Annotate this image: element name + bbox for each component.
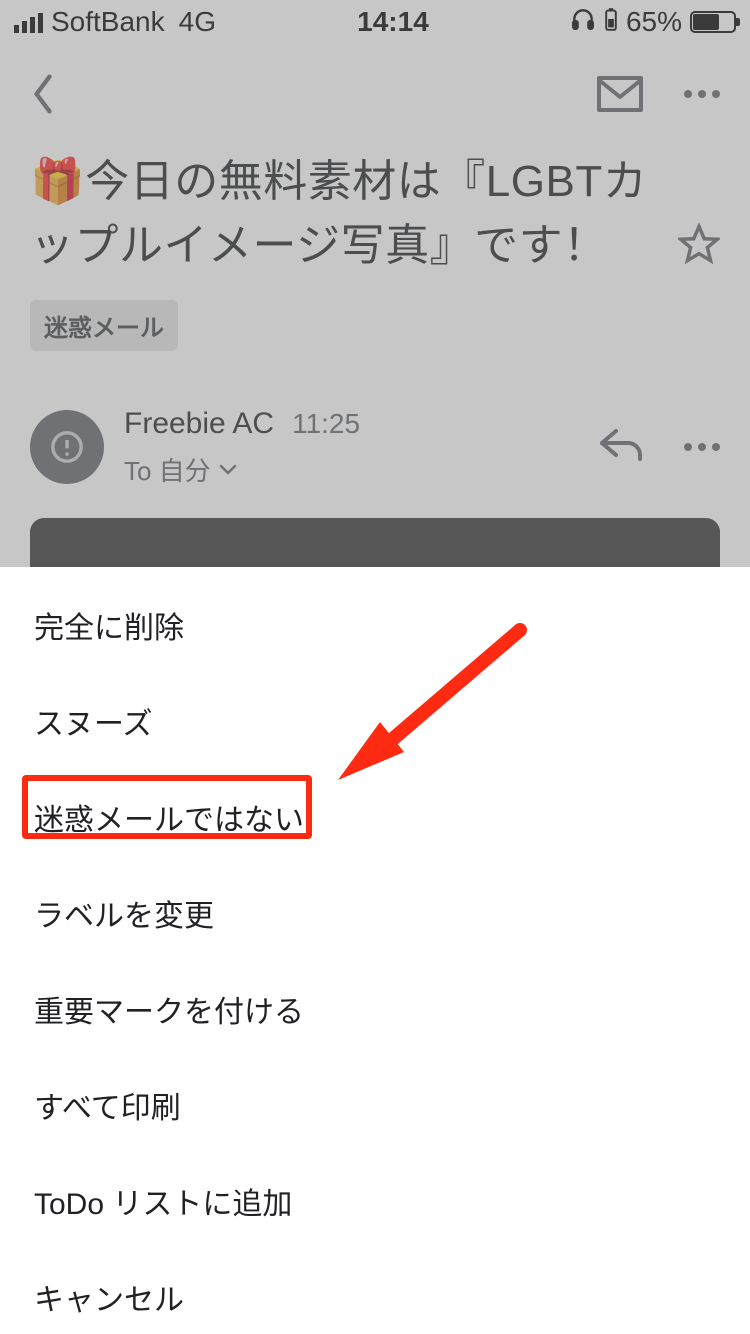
low-power-icon [604, 6, 618, 38]
menu-snooze[interactable]: スヌーズ [0, 673, 750, 769]
clock: 14:14 [357, 6, 429, 38]
reply-button[interactable] [598, 427, 644, 468]
back-button[interactable] [30, 72, 56, 116]
chevron-down-icon [219, 459, 237, 480]
network-label: 4G [179, 6, 216, 38]
status-bar: SoftBank 4G 14:14 65% [0, 0, 750, 44]
action-sheet: 完全に削除 スヌーズ 迷惑メールではない ラベルを変更 重要マークを付ける すべ… [0, 567, 750, 1334]
sender-avatar[interactable] [30, 410, 104, 484]
menu-delete-forever[interactable]: 完全に削除 [0, 577, 750, 673]
menu-cancel[interactable]: キャンセル [0, 1249, 750, 1334]
menu-not-spam[interactable]: 迷惑メールではない [0, 769, 750, 865]
menu-print-all[interactable]: すべて印刷 [0, 1057, 750, 1153]
signal-icon [14, 11, 43, 33]
battery-pct: 65% [626, 6, 682, 38]
headphones-icon [570, 6, 596, 39]
more-button[interactable] [684, 90, 720, 98]
email-subject: 🎁今日の無料素材は『LGBTカップルイメージ写真』です！ [30, 150, 664, 278]
menu-change-labels[interactable]: ラベルを変更 [0, 865, 750, 961]
star-button[interactable] [678, 223, 720, 270]
menu-mark-important[interactable]: 重要マークを付ける [0, 961, 750, 1057]
to-label: To 自分 [124, 451, 211, 488]
top-nav [0, 44, 750, 144]
message-more-button[interactable] [684, 443, 720, 451]
sender-time: 11:25 [292, 408, 360, 440]
menu-add-todo[interactable]: ToDo リストに追加 [0, 1153, 750, 1249]
recipient-dropdown[interactable]: To 自分 [124, 451, 578, 488]
spam-badge: 迷惑メール [30, 300, 178, 351]
battery-icon [690, 11, 736, 33]
archive-icon[interactable] [596, 75, 644, 113]
sender-name[interactable]: Freebie AC [124, 407, 274, 441]
action-menu: 完全に削除 スヌーズ 迷惑メールではない ラベルを変更 重要マークを付ける すべ… [0, 577, 750, 1334]
carrier-label: SoftBank [51, 6, 165, 38]
